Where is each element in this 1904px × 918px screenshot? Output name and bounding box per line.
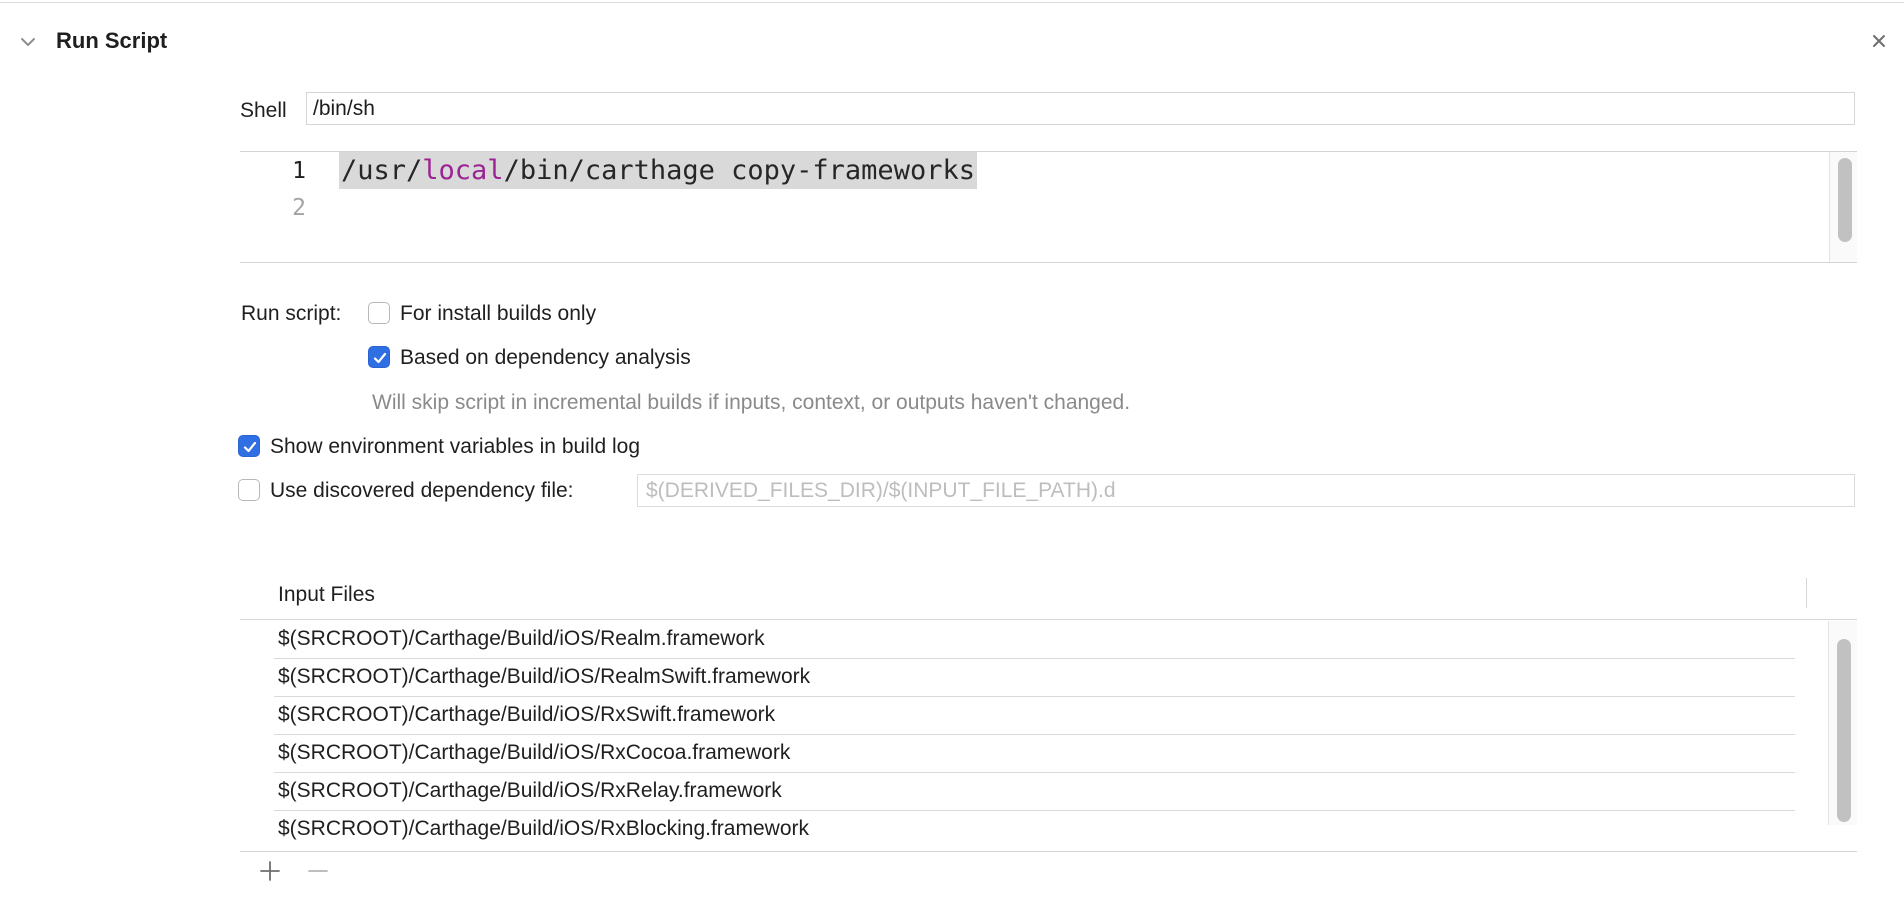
checkmark-icon xyxy=(243,441,257,453)
input-files-table: Input Files $(SRCROOT)/Carthage/Build/iO… xyxy=(240,574,1857,852)
discovered-dependency-label[interactable]: Use discovered dependency file: xyxy=(270,479,574,503)
code-keyword: local xyxy=(422,155,504,186)
show-env-vars-checkbox[interactable] xyxy=(238,435,260,457)
install-builds-only-checkbox[interactable] xyxy=(368,302,390,324)
input-file-path: $(SRCROOT)/Carthage/Build/iOS/RealmSwift… xyxy=(278,665,811,688)
table-row[interactable]: $(SRCROOT)/Carthage/Build/iOS/RxSwift.fr… xyxy=(274,697,1795,735)
table-row[interactable]: $(SRCROOT)/Carthage/Build/iOS/RealmSwift… xyxy=(274,659,1795,697)
column-divider xyxy=(1806,578,1807,608)
table-row[interactable]: $(SRCROOT)/Carthage/Build/iOS/RxCocoa.fr… xyxy=(274,735,1795,773)
code-path-prefix: /usr/ xyxy=(341,155,423,186)
input-file-path: $(SRCROOT)/Carthage/Build/iOS/RxSwift.fr… xyxy=(278,703,776,726)
input-file-path: $(SRCROOT)/Carthage/Build/iOS/Realm.fram… xyxy=(278,627,765,650)
phase-title: Run Script xyxy=(56,28,168,53)
input-files-list: $(SRCROOT)/Carthage/Build/iOS/Realm.fram… xyxy=(240,621,1828,849)
input-files-column-header[interactable]: Input Files xyxy=(278,583,375,607)
show-env-vars-label[interactable]: Show environment variables in build log xyxy=(270,435,640,459)
minus-icon[interactable] xyxy=(303,856,333,886)
shell-input[interactable] xyxy=(306,92,1855,125)
table-row[interactable]: $(SRCROOT)/Carthage/Build/iOS/Realm.fram… xyxy=(274,621,1795,659)
chevron-down-icon[interactable] xyxy=(18,32,38,52)
close-icon[interactable] xyxy=(1868,30,1890,52)
checkmark-icon xyxy=(373,352,387,364)
editor-scrollbar[interactable] xyxy=(1829,152,1857,262)
script-editor[interactable]: 1 2 /usr/local/bin/carthage copy-framewo… xyxy=(240,151,1857,263)
shell-label: Shell xyxy=(240,99,287,122)
run-script-label: Run script: xyxy=(241,302,342,325)
editor-scrollbar-thumb[interactable] xyxy=(1838,158,1852,242)
input-file-path: $(SRCROOT)/Carthage/Build/iOS/RxRelay.fr… xyxy=(278,779,782,802)
dependency-analysis-hint: Will skip script in incremental builds i… xyxy=(372,391,1131,414)
input-file-path: $(SRCROOT)/Carthage/Build/iOS/RxBlocking… xyxy=(278,817,809,840)
table-scrollbar[interactable] xyxy=(1828,621,1857,825)
input-file-path: $(SRCROOT)/Carthage/Build/iOS/RxCocoa.fr… xyxy=(278,741,791,764)
code-path-suffix: /bin/carthage copy-frameworks xyxy=(503,155,975,186)
script-line[interactable]: /usr/local/bin/carthage copy-frameworks xyxy=(339,152,977,189)
table-scrollbar-thumb[interactable] xyxy=(1837,639,1851,822)
dependency-analysis-label[interactable]: Based on dependency analysis xyxy=(400,346,691,370)
line-number-gutter: 1 2 xyxy=(240,152,306,262)
dependency-analysis-checkbox[interactable] xyxy=(368,346,390,368)
line-number: 2 xyxy=(292,195,306,221)
plus-icon[interactable] xyxy=(255,856,285,886)
install-builds-only-label[interactable]: For install builds only xyxy=(400,302,596,326)
table-row[interactable]: $(SRCROOT)/Carthage/Build/iOS/RxRelay.fr… xyxy=(274,773,1795,811)
table-header: Input Files xyxy=(240,574,1857,620)
line-number: 1 xyxy=(292,158,306,184)
top-divider xyxy=(0,2,1904,3)
dependency-file-input[interactable] xyxy=(637,474,1855,507)
table-footer-divider xyxy=(240,851,1857,852)
discovered-dependency-checkbox[interactable] xyxy=(238,479,260,501)
table-row[interactable]: $(SRCROOT)/Carthage/Build/iOS/RxBlocking… xyxy=(274,811,1795,849)
